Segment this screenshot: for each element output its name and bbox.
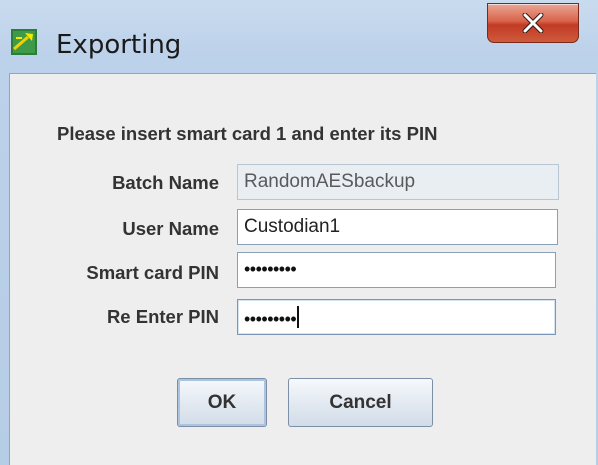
user-name-label: User Name [122,218,219,239]
re-enter-pin-mask: ••••••••• [244,309,297,329]
wand-icon [11,29,37,55]
text-caret [297,306,300,328]
title-bar[interactable]: Exporting [0,0,598,70]
re-enter-pin-label: Re Enter PIN [106,306,219,327]
smart-card-pin-field[interactable]: ••••••••• [237,252,556,288]
re-enter-pin-field[interactable]: ••••••••• [237,299,556,335]
batch-name-field: RandomAESbackup [237,164,559,200]
export-dialog-window: Exporting Please insert smart card 1 and… [0,0,598,465]
insert-card-prompt: Please insert smart card 1 and enter its… [57,123,438,144]
close-button[interactable] [487,3,579,43]
smart-card-pin-mask: ••••••••• [244,259,297,279]
user-name-field[interactable]: Custodian1 [237,209,558,245]
window-title: Exporting [56,30,182,60]
smart-card-pin-label: Smart card PIN [86,262,219,283]
batch-name-label: Batch Name [112,172,219,193]
ok-button[interactable]: OK [177,378,267,427]
cancel-button[interactable]: Cancel [288,378,433,427]
